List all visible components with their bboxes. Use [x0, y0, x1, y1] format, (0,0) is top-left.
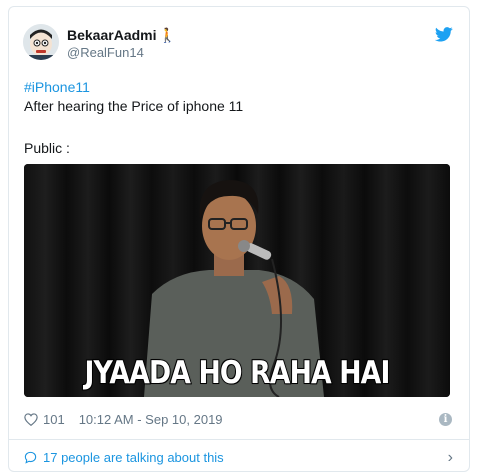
- hashtag-link[interactable]: #iPhone11: [24, 79, 90, 95]
- twitter-bird-icon[interactable]: [435, 27, 453, 42]
- tweet-timestamp[interactable]: 10:12 AM - Sep 10, 2019: [79, 412, 223, 427]
- meme-caption: JYAADA HO RAHA HAI: [84, 354, 392, 392]
- conversation-link[interactable]: 17 people are talking about this: [24, 450, 224, 465]
- like-count[interactable]: 101: [43, 412, 65, 427]
- tweet-text-line-2: Public :: [24, 140, 70, 156]
- author-name[interactable]: BekaarAadmi 🚶: [67, 27, 176, 44]
- author-display-name: BekaarAadmi: [67, 27, 157, 43]
- avatar-face-icon: [23, 24, 59, 60]
- chevron-right-icon[interactable]: ›: [448, 449, 453, 467]
- footer-divider: [9, 439, 469, 440]
- tweet-text-line-1: After hearing the Price of iphone 11: [24, 98, 244, 114]
- heart-icon[interactable]: [24, 413, 38, 426]
- tweet-media-image[interactable]: JYAADA HO RAHA HAI: [24, 164, 450, 397]
- tweet-meta: 101 10:12 AM - Sep 10, 2019: [24, 412, 223, 427]
- walking-person-emoji: 🚶: [158, 27, 176, 43]
- comment-bubble-icon: [24, 451, 37, 464]
- talking-count-text: 17 people are talking about this: [43, 450, 224, 465]
- author-handle[interactable]: @RealFun14: [67, 45, 144, 60]
- author-avatar[interactable]: [23, 24, 59, 60]
- tweet-card: BekaarAadmi 🚶 @RealFun14 #iPhone11 After …: [8, 6, 470, 472]
- info-icon[interactable]: i: [439, 413, 452, 426]
